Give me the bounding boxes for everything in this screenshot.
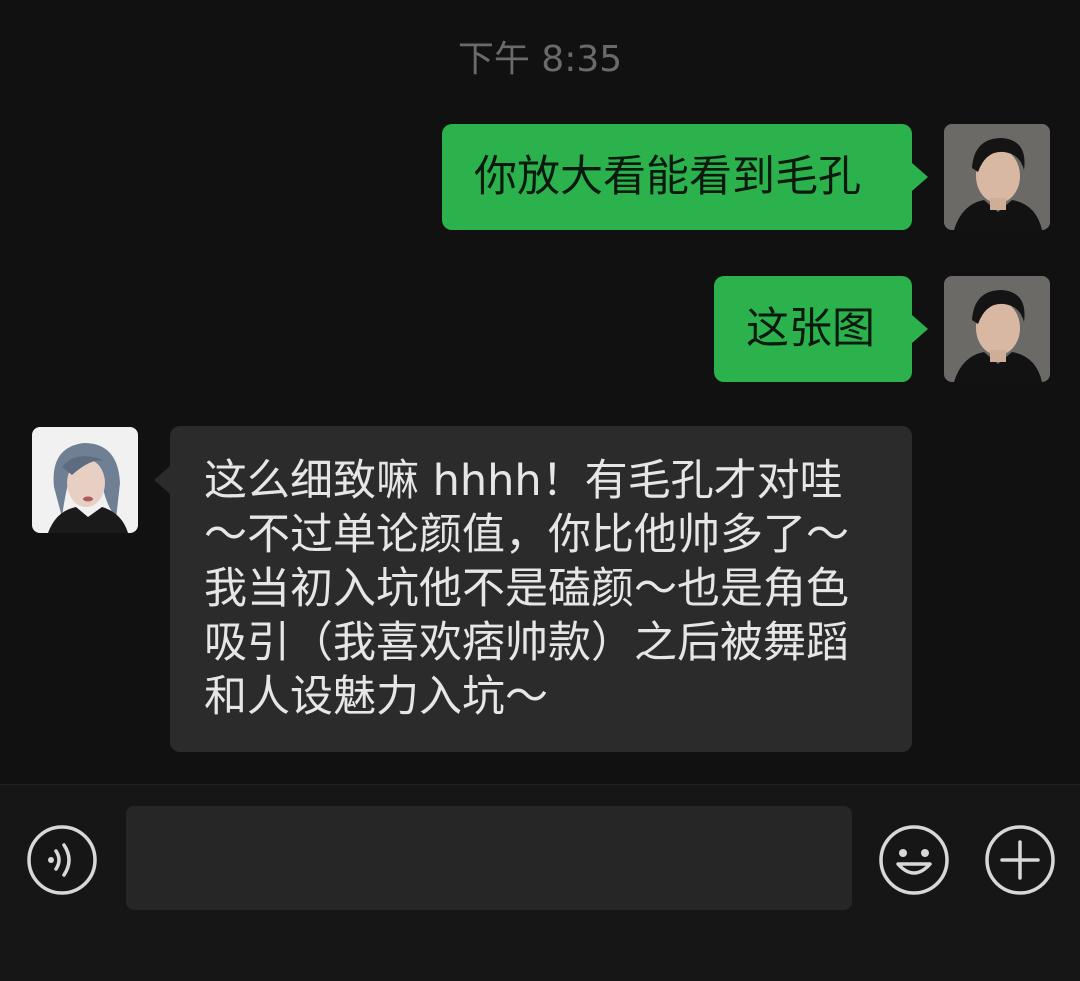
emoji-icon [879, 825, 949, 895]
chat-input-bar [0, 784, 1080, 981]
message-text: 这张图 [746, 304, 875, 354]
received-message-bubble[interactable]: 这么细致嘛 hhhh！有毛孔才对哇～不过单论颜值，你比他帅多了～我当初入坑他不是… [170, 426, 912, 752]
emoji-button[interactable] [878, 824, 950, 896]
add-more-button[interactable] [984, 824, 1056, 896]
plus-icon [985, 825, 1055, 895]
voice-icon [27, 825, 97, 895]
my-avatar[interactable] [944, 276, 1050, 382]
voice-input-button[interactable] [26, 824, 98, 896]
chat-timestamp: 下午 8:35 [457, 39, 623, 80]
sent-message-bubble[interactable]: 你放大看能看到毛孔 [442, 124, 912, 230]
bubble-tail [154, 466, 170, 494]
message-input[interactable] [126, 806, 852, 910]
bubble-tail [912, 315, 928, 343]
sent-message-bubble[interactable]: 这张图 [714, 276, 912, 382]
message-text: 这么细致嘛 hhhh！有毛孔才对哇～不过单论颜值，你比他帅多了～我当初入坑他不是… [204, 456, 849, 722]
contact-avatar[interactable] [32, 427, 138, 533]
my-avatar[interactable] [944, 124, 1050, 230]
bubble-tail [912, 163, 928, 191]
message-text: 你放大看能看到毛孔 [474, 152, 861, 202]
